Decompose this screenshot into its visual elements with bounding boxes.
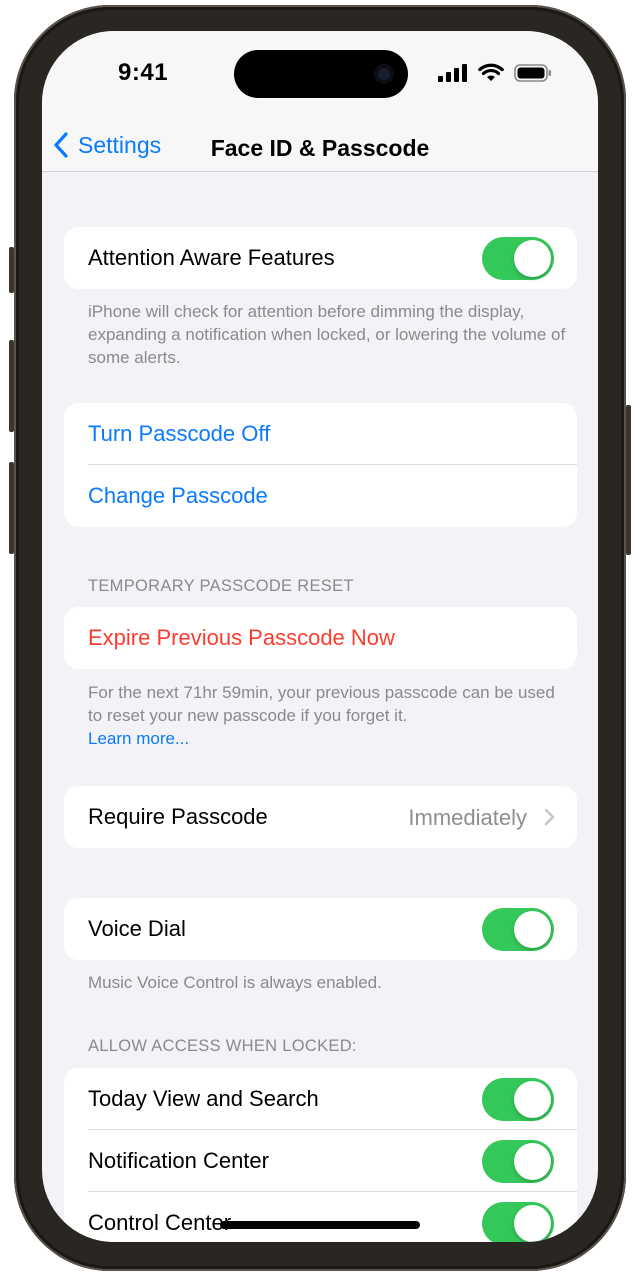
wifi-icon: [478, 63, 504, 81]
voice-dial-toggle[interactable]: [482, 908, 554, 951]
learn-more-link[interactable]: Learn more...: [88, 729, 189, 748]
expire-previous-passcode-button[interactable]: Expire Previous Passcode Now: [64, 607, 577, 669]
status-time: 9:41: [118, 59, 169, 86]
require-passcode-value: Immediately: [408, 805, 527, 830]
attention-aware-label: Attention Aware Features: [88, 245, 335, 270]
require-passcode-label: Require Passcode: [88, 804, 268, 829]
change-passcode-button[interactable]: Change Passcode: [64, 465, 577, 527]
temp-reset-group: Expire Previous Passcode Now: [64, 607, 577, 669]
notification-center-toggle[interactable]: [482, 1140, 554, 1183]
notification-center-label: Notification Center: [88, 1148, 269, 1173]
today-view-label: Today View and Search: [88, 1086, 319, 1111]
turn-passcode-off-button[interactable]: Turn Passcode Off: [64, 403, 577, 465]
require-passcode-row[interactable]: Require Passcode Immediately: [64, 786, 577, 848]
chevron-right-icon: [544, 808, 555, 826]
voice-dial-row: Voice Dial: [64, 898, 577, 960]
navigation-bar: Settings Face ID & Passcode: [42, 121, 598, 172]
action-button: [9, 247, 14, 293]
notification-center-row: Notification Center: [64, 1130, 577, 1192]
temp-reset-footer-text: For the next 71hr 59min, your previous p…: [88, 683, 555, 725]
voice-dial-group: Voice Dial: [64, 898, 577, 960]
cellular-signal-icon: [438, 63, 467, 82]
temp-reset-header: TEMPORARY PASSCODE RESET: [88, 577, 354, 595]
require-passcode-group: Require Passcode Immediately: [64, 786, 577, 848]
status-icons: [438, 63, 552, 82]
control-center-toggle[interactable]: [482, 1202, 554, 1242]
today-view-toggle[interactable]: [482, 1078, 554, 1121]
power-button: [626, 405, 631, 555]
control-center-label: Control Center: [88, 1210, 232, 1235]
dynamic-island: [234, 50, 408, 98]
screen: 9:41 Settings Face ID & Passcode Attenti…: [42, 31, 598, 1242]
passcode-actions-group: Turn Passcode Off Change Passcode: [64, 403, 577, 527]
today-view-row: Today View and Search: [64, 1068, 577, 1130]
attention-aware-row: Attention Aware Features: [64, 227, 577, 289]
volume-down-button: [9, 462, 14, 554]
page-title: Face ID & Passcode: [210, 135, 430, 161]
volume-up-button: [9, 340, 14, 432]
attention-footer: iPhone will check for attention before d…: [88, 302, 566, 367]
locked-access-header: ALLOW ACCESS WHEN LOCKED:: [88, 1037, 357, 1055]
control-center-row: Control Center: [64, 1192, 577, 1242]
status-bar: 9:41: [42, 31, 598, 121]
voice-dial-label: Voice Dial: [88, 916, 186, 941]
attention-group: Attention Aware Features: [64, 227, 577, 289]
battery-icon: [514, 63, 551, 82]
voice-dial-footer: Music Voice Control is always enabled.: [88, 973, 382, 992]
locked-access-group: Today View and Search Notification Cente…: [64, 1068, 577, 1242]
attention-aware-toggle[interactable]: [482, 237, 554, 280]
front-camera: [374, 64, 394, 84]
temp-reset-footer: For the next 71hr 59min, your previous p…: [88, 681, 568, 750]
home-indicator[interactable]: [220, 1221, 420, 1229]
